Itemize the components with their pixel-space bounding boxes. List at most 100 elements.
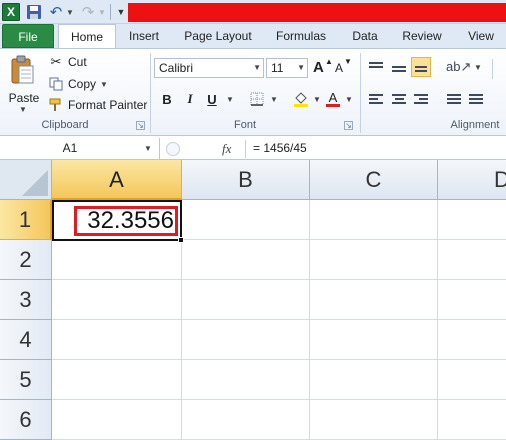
- underline-dropdown-icon[interactable]: ▼: [226, 95, 234, 104]
- column-header-c[interactable]: C: [310, 160, 438, 200]
- tab-formulas[interactable]: Formulas: [268, 24, 334, 48]
- shrink-font-icon: A: [335, 61, 344, 75]
- column-header-d[interactable]: D: [438, 160, 506, 200]
- tab-home[interactable]: Home: [58, 24, 116, 49]
- cell-c3[interactable]: [310, 280, 438, 320]
- excel-app-icon[interactable]: X: [2, 3, 20, 21]
- font-color-button[interactable]: A: [324, 89, 342, 109]
- customize-toolbar-icon[interactable]: ▼: [116, 3, 126, 21]
- shrink-font-button[interactable]: A ▼: [335, 57, 352, 77]
- grow-font-icon: A: [313, 59, 324, 76]
- orientation-icon[interactable]: ab↗: [446, 59, 471, 75]
- cell-b4[interactable]: [182, 320, 310, 360]
- row-header-3[interactable]: 3: [0, 280, 52, 320]
- align-center-button[interactable]: [389, 89, 409, 109]
- cell-a3[interactable]: [52, 280, 182, 320]
- cell-a6[interactable]: [52, 400, 182, 440]
- row-header-4[interactable]: 4: [0, 320, 52, 360]
- save-icon[interactable]: [26, 3, 42, 21]
- cell-d4[interactable]: [438, 320, 506, 360]
- font-name-select[interactable]: Calibri ▼: [154, 58, 264, 78]
- tab-review[interactable]: Review: [394, 24, 450, 48]
- cell-b3[interactable]: [182, 280, 310, 320]
- top-align-button[interactable]: [366, 57, 386, 77]
- format-painter-button[interactable]: Format Painter: [48, 96, 147, 114]
- clipboard-group-label: Clipboard: [41, 119, 89, 131]
- select-all-button[interactable]: [0, 160, 52, 200]
- paste-button[interactable]: Paste ▼: [4, 53, 42, 115]
- undo-icon[interactable]: ↶: [48, 3, 64, 21]
- cell-a4[interactable]: [52, 320, 182, 360]
- cell-d1[interactable]: [438, 200, 506, 240]
- select-all-triangle-icon: [22, 170, 48, 196]
- paste-icon: [11, 55, 34, 84]
- row-header-6[interactable]: 6: [0, 400, 52, 440]
- orientation-dropdown-icon[interactable]: ▼: [474, 63, 482, 72]
- fill-color-dropdown-icon[interactable]: ▼: [313, 95, 321, 104]
- alignment-group-label: Alignment: [450, 119, 500, 131]
- formula-input[interactable]: = 1456/45: [253, 138, 307, 159]
- cell-d5[interactable]: [438, 360, 506, 400]
- copy-dropdown-icon[interactable]: ▼: [100, 80, 108, 89]
- fill-handle[interactable]: [178, 237, 184, 243]
- tab-page-layout[interactable]: Page Layout: [176, 24, 260, 48]
- underline-button[interactable]: U: [204, 89, 220, 109]
- redo-icon[interactable]: ↷: [80, 3, 96, 21]
- bold-button[interactable]: B: [158, 89, 176, 109]
- cell-c6[interactable]: [310, 400, 438, 440]
- name-box[interactable]: A1 ▼: [0, 138, 160, 159]
- cell-c5[interactable]: [310, 360, 438, 400]
- font-size-dropdown-icon[interactable]: ▼: [297, 59, 305, 77]
- decrease-indent-button[interactable]: [444, 89, 464, 109]
- borders-dropdown-icon[interactable]: ▼: [270, 95, 278, 104]
- fill-color-button[interactable]: [292, 89, 310, 109]
- row-header-2[interactable]: 2: [0, 240, 52, 280]
- font-name-dropdown-icon[interactable]: ▼: [253, 59, 261, 77]
- align-right-button[interactable]: [411, 89, 431, 109]
- tab-insert[interactable]: Insert: [120, 24, 168, 48]
- italic-button[interactable]: I: [182, 89, 198, 109]
- redo-dropdown-icon[interactable]: ▼: [98, 3, 106, 21]
- cell-b1[interactable]: [182, 200, 310, 240]
- borders-button[interactable]: [248, 89, 266, 109]
- wrap-text-button[interactable]: [492, 59, 506, 79]
- cut-button[interactable]: ✂ Cut: [48, 53, 87, 71]
- align-left-button[interactable]: [366, 89, 386, 109]
- grow-font-button[interactable]: A ▲: [313, 57, 333, 77]
- undo-dropdown-icon[interactable]: ▼: [66, 3, 74, 21]
- cell-b5[interactable]: [182, 360, 310, 400]
- cell-d2[interactable]: [438, 240, 506, 280]
- bottom-align-button[interactable]: [411, 57, 431, 77]
- column-header-b[interactable]: B: [182, 160, 310, 200]
- cell-c1[interactable]: [310, 200, 438, 240]
- font-color-dropdown-icon[interactable]: ▼: [345, 95, 353, 104]
- insert-function-icon[interactable]: fx: [222, 138, 231, 159]
- cell-a2[interactable]: [52, 240, 182, 280]
- paste-dropdown-icon[interactable]: ▼: [19, 105, 27, 114]
- cell-d6[interactable]: [438, 400, 506, 440]
- cell-b6[interactable]: [182, 400, 310, 440]
- row-header-1[interactable]: 1: [0, 200, 52, 240]
- copy-button[interactable]: Copy ▼: [48, 75, 108, 93]
- clipboard-launcher-icon[interactable]: ↘: [136, 121, 145, 130]
- borders-icon: [250, 92, 264, 106]
- name-box-dropdown-icon[interactable]: ▼: [144, 138, 152, 159]
- increase-indent-button[interactable]: [466, 89, 486, 109]
- formula-bar-grip-icon[interactable]: [166, 142, 180, 156]
- cell-c4[interactable]: [310, 320, 438, 360]
- tab-view[interactable]: View: [458, 24, 504, 48]
- cell-a5[interactable]: [52, 360, 182, 400]
- column-header-a[interactable]: A: [52, 160, 182, 200]
- font-group-label: Font: [233, 119, 256, 131]
- cell-c2[interactable]: [310, 240, 438, 280]
- cell-b2[interactable]: [182, 240, 310, 280]
- tab-file[interactable]: File: [2, 24, 54, 48]
- tab-data[interactable]: Data: [344, 24, 386, 48]
- font-launcher-icon[interactable]: ↘: [344, 121, 353, 130]
- font-size-select[interactable]: 11 ▼: [266, 58, 308, 78]
- cell-a1-value: 32.3556: [74, 206, 178, 236]
- middle-align-button[interactable]: [389, 57, 409, 77]
- cell-d3[interactable]: [438, 280, 506, 320]
- name-box-value: A1: [62, 141, 78, 155]
- row-header-5[interactable]: 5: [0, 360, 52, 400]
